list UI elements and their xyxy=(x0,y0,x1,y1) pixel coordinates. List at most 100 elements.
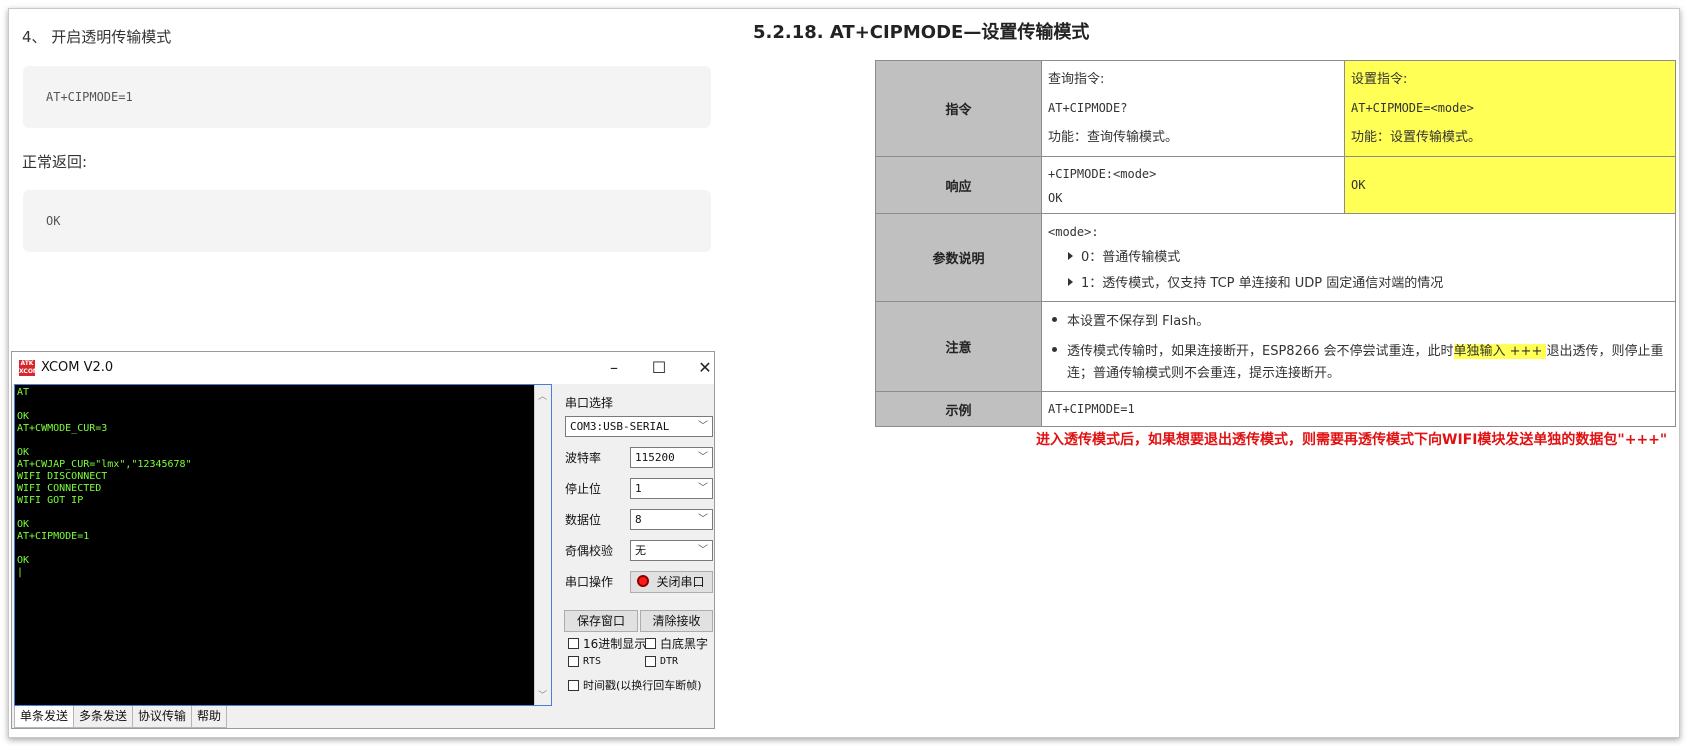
example-cell: AT+CIPMODE=1 xyxy=(1041,391,1676,427)
data-bits-label: 数据位 xyxy=(565,513,602,527)
param-cell: <mode>: 0：普通传输模式 1：透传模式，仅支持 TCP 单连接和 UDP… xyxy=(1041,213,1676,302)
terminal-output: AT OK AT+CWMODE_CUR=3 OK AT+CWJAP_CUR="l… xyxy=(17,387,192,578)
query-cell: 查询指令: AT+CIPMODE? 功能：查询传输模式。 xyxy=(1041,60,1345,157)
xcom-window: ATK XCOM XCOM V2.0 – ☐ ✕ AT OK AT+CWMODE_… xyxy=(11,351,715,729)
code-block-ok: OK xyxy=(23,190,711,252)
xcom-titlebar[interactable]: ATK XCOM XCOM V2.0 – ☐ ✕ xyxy=(12,352,714,384)
send-tabs: 单条发送 多条发送 协议传输 帮助 xyxy=(14,706,228,728)
rts-checkbox[interactable]: RTS xyxy=(568,656,601,667)
stop-bits-select[interactable]: 1 ﹀ xyxy=(630,478,713,499)
parity-label: 奇偶校验 xyxy=(565,544,614,558)
resp-line1: +CIPMODE:<mode> xyxy=(1048,167,1157,181)
table-row: 参数说明 <mode>: 0：普通传输模式 1：透传模式，仅支持 TCP 单连接… xyxy=(875,213,1676,302)
clear-receive-button[interactable]: 清除接收 xyxy=(640,610,713,632)
set-cell: 设置指令: AT+CIPMODE=<mode> 功能：设置传输模式。 xyxy=(1344,60,1676,157)
bullet-icon xyxy=(1052,316,1057,322)
checkbox-box[interactable] xyxy=(568,656,579,667)
port-op-label: 串口操作 xyxy=(565,575,614,589)
param-1: 1：透传模式，仅支持 TCP 单连接和 UDP 固定通信对端的情况 xyxy=(1081,275,1444,291)
tab-protocol[interactable]: 协议传输 xyxy=(132,706,193,728)
checkbox-box[interactable] xyxy=(568,638,579,649)
status-led-icon xyxy=(637,575,649,587)
chevron-down-icon: ﹀ xyxy=(698,514,708,525)
maximize-icon[interactable]: ☐ xyxy=(639,356,679,380)
scroll-up-icon[interactable]: ︿ xyxy=(538,389,547,402)
query-func: 功能：查询传输模式。 xyxy=(1048,130,1179,145)
at-command-table: 指令 查询指令: AT+CIPMODE? 功能：查询传输模式。 设置指令: AT… xyxy=(875,60,1676,427)
param-header: 参数说明 xyxy=(875,213,1042,302)
terminal-scrollbar[interactable]: ︿ ﹀ xyxy=(534,385,551,705)
section-heading: 5.2.18. AT+CIPMODE—设置传输模式 xyxy=(753,22,1090,43)
set-cmd: AT+CIPMODE=<mode> xyxy=(1351,101,1474,115)
note-header: 注意 xyxy=(875,301,1042,392)
tab-multi-send[interactable]: 多条发送 xyxy=(73,706,134,728)
timestamp-label: 时间戳(以换行回车断帧) xyxy=(583,679,702,692)
port-select[interactable]: COM3:USB-SERIAL ﹀ xyxy=(565,416,713,437)
chevron-down-icon: ﹀ xyxy=(698,483,708,494)
chevron-down-icon: ﹀ xyxy=(698,545,708,556)
red-annotation: 进入透传模式后，如果想要退出透传模式，则需要再透传模式下向WIFI模块发送单独的… xyxy=(1036,432,1668,448)
baud-label: 波特率 xyxy=(565,451,602,465)
code-block-cipmode: AT+CIPMODE=1 xyxy=(23,66,711,128)
close-port-button[interactable]: 关闭串口 xyxy=(630,571,713,593)
table-row: 注意 本设置不保存到 Flash。 透传模式传输时，如果连接断开，ESP8266… xyxy=(875,301,1676,392)
hex-display-label: 16进制显示 xyxy=(583,637,647,651)
scroll-down-icon[interactable]: ﹀ xyxy=(538,688,547,701)
tab-single-send[interactable]: 单条发送 xyxy=(14,706,75,728)
checkbox-box[interactable] xyxy=(645,638,656,649)
bullet-icon xyxy=(1052,346,1057,352)
code-text: AT+CIPMODE=1 xyxy=(46,90,133,104)
chevron-down-icon: ﹀ xyxy=(698,452,708,463)
close-port-label: 关闭串口 xyxy=(656,575,705,589)
table-row: 响应 +CIPMODE:<mode> OK OK xyxy=(875,156,1676,214)
note-cell: 本设置不保存到 Flash。 透传模式传输时，如果连接断开，ESP8266 会不… xyxy=(1041,301,1676,392)
param-0: 0：普通传输模式 xyxy=(1081,249,1181,265)
param-item: 1：透传模式，仅支持 TCP 单连接和 UDP 固定通信对端的情况 xyxy=(1048,271,1669,297)
set-func: 功能：设置传输模式。 xyxy=(1351,130,1482,145)
atk-logo-icon: ATK XCOM xyxy=(19,360,39,376)
timestamp-checkbox[interactable]: 时间戳(以换行回车断帧) xyxy=(568,677,702,693)
data-bits-select[interactable]: 8 ﹀ xyxy=(630,509,713,530)
set-resp-cell: OK xyxy=(1344,156,1676,214)
resp-line2: OK xyxy=(1048,191,1063,205)
dtr-checkbox[interactable]: DTR xyxy=(645,656,678,667)
note-2-highlight: 单独输入 +++ xyxy=(1453,343,1547,359)
white-bg-label: 白底黑字 xyxy=(660,637,709,651)
triangle-bullet-icon xyxy=(1068,277,1073,286)
checkbox-box[interactable] xyxy=(568,679,579,691)
set-label: 设置指令: xyxy=(1351,72,1408,87)
resp-header: 响应 xyxy=(875,156,1042,214)
checkbox-box[interactable] xyxy=(645,656,656,667)
param-title: <mode>: xyxy=(1048,224,1099,239)
hex-display-checkbox[interactable]: 16进制显示 xyxy=(568,635,646,652)
chevron-down-icon: ﹀ xyxy=(698,421,708,432)
note-item: 透传模式传输时，如果连接断开，ESP8266 会不停尝试重连，此时单独输入 ++… xyxy=(1048,341,1669,385)
step-title: 4、 开启透明传输模式 xyxy=(22,28,172,46)
note-2a: 透传模式传输时，如果连接断开，ESP8266 会不停尝试重连，此时 xyxy=(1067,343,1454,359)
receive-terminal[interactable]: AT OK AT+CWMODE_CUR=3 OK AT+CWJAP_CUR="l… xyxy=(14,384,552,706)
example-header: 示例 xyxy=(875,391,1042,427)
table-row: 示例 AT+CIPMODE=1 xyxy=(875,391,1676,427)
query-label: 查询指令: xyxy=(1048,72,1105,87)
close-icon[interactable]: ✕ xyxy=(685,356,725,380)
rts-label: RTS xyxy=(583,656,602,667)
data-bits-value: 8 xyxy=(635,513,642,526)
tab-help[interactable]: 帮助 xyxy=(191,706,228,728)
stop-bits-label: 停止位 xyxy=(565,482,602,496)
code-text: OK xyxy=(46,214,61,228)
parity-select[interactable]: 无 ﹀ xyxy=(630,540,713,561)
save-window-button[interactable]: 保存窗口 xyxy=(564,610,638,632)
note-item: 本设置不保存到 Flash。 xyxy=(1048,309,1669,335)
cmd-header: 指令 xyxy=(875,60,1042,157)
minimize-icon[interactable]: – xyxy=(594,356,634,380)
white-bg-checkbox[interactable]: 白底黑字 xyxy=(645,635,708,652)
parity-value: 无 xyxy=(635,544,646,557)
stop-bits-value: 1 xyxy=(635,482,642,495)
triangle-bullet-icon xyxy=(1068,251,1073,260)
param-item: 0：普通传输模式 xyxy=(1048,245,1669,271)
normal-return-label: 正常返回: xyxy=(22,153,88,171)
port-select-label: 串口选择 xyxy=(565,396,614,410)
baud-select[interactable]: 115200 ﹀ xyxy=(630,447,713,468)
query-cmd: AT+CIPMODE? xyxy=(1048,101,1128,115)
window-title: XCOM V2.0 xyxy=(41,360,114,375)
